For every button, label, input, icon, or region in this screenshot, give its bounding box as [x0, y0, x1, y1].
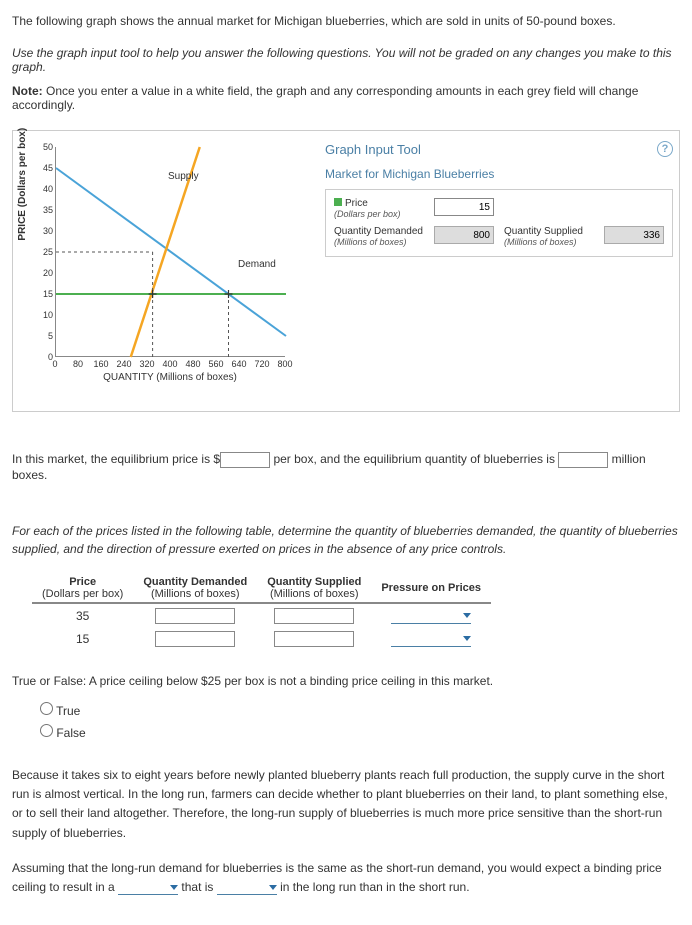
- market-title: Market for Michigan Blueberries: [325, 167, 673, 181]
- demand-line: [56, 168, 286, 336]
- chevron-down-icon: [170, 885, 178, 890]
- graph-tool-container: PRICE (Dollars per box) Supply: [12, 130, 680, 412]
- intro-text: The following graph shows the annual mar…: [12, 12, 680, 30]
- chart[interactable]: PRICE (Dollars per box) Supply: [23, 141, 313, 401]
- qs-field-label: Quantity Supplied(Millions of boxes): [504, 226, 594, 248]
- price-table: Price(Dollars per box) Quantity Demanded…: [32, 574, 491, 650]
- equilibrium-question: In this market, the equilibrium price is…: [12, 452, 680, 482]
- dropdown-2[interactable]: [217, 881, 277, 895]
- y-axis-label: PRICE (Dollars per box): [17, 128, 28, 241]
- radio-false[interactable]: [40, 724, 53, 737]
- help-icon[interactable]: ?: [657, 141, 673, 157]
- tf-question: True or False: A price ceiling below $25…: [12, 674, 680, 688]
- tf-false-option[interactable]: False: [40, 724, 680, 740]
- radio-true[interactable]: [40, 702, 53, 715]
- qd-field-label: Quantity Demanded(Millions of boxes): [334, 226, 424, 248]
- tool-title: Graph Input Tool: [325, 142, 421, 157]
- chevron-down-icon: [269, 885, 277, 890]
- qs-output: [604, 226, 664, 244]
- instructions: Use the graph input tool to help you ans…: [12, 46, 680, 74]
- qd-input-row2[interactable]: [155, 631, 235, 647]
- table-row: 35: [32, 604, 491, 627]
- th-pressure: Pressure on Prices: [371, 574, 491, 603]
- dropdown-1[interactable]: [118, 881, 178, 895]
- th-qs: Quantity Supplied(Millions of boxes): [257, 574, 371, 603]
- price-swatch-icon: [334, 198, 342, 206]
- th-price: Price(Dollars per box): [32, 574, 133, 603]
- table-row: 15: [32, 627, 491, 650]
- table-intro: For each of the prices listed in the fol…: [12, 522, 680, 558]
- qs-input-row2[interactable]: [274, 631, 354, 647]
- final-question: Assuming that the long-run demand for bl…: [12, 859, 680, 897]
- demand-label: Demand: [238, 259, 276, 270]
- supply-label: Supply: [168, 171, 199, 182]
- tf-true-option[interactable]: True: [40, 702, 680, 718]
- price-field-label: Price(Dollars per box): [334, 198, 424, 220]
- note: Note: Once you enter a value in a white …: [12, 84, 680, 112]
- qd-output: [434, 226, 494, 244]
- qd-input-row1[interactable]: [155, 608, 235, 624]
- qs-input-row1[interactable]: [274, 608, 354, 624]
- pressure-dropdown-row2[interactable]: [391, 631, 471, 647]
- eq-price-input[interactable]: [220, 452, 270, 468]
- supply-paragraph: Because it takes six to eight years befo…: [12, 766, 680, 843]
- price-input[interactable]: [434, 198, 494, 216]
- x-axis-label: QUANTITY (Millions of boxes): [55, 372, 285, 383]
- eq-qty-input[interactable]: [558, 452, 608, 468]
- pressure-dropdown-row1[interactable]: [391, 608, 471, 624]
- chevron-down-icon: [463, 613, 471, 618]
- input-tool-panel: Graph Input Tool ? Market for Michigan B…: [325, 141, 673, 401]
- chevron-down-icon: [463, 636, 471, 641]
- th-qd: Quantity Demanded(Millions of boxes): [133, 574, 257, 603]
